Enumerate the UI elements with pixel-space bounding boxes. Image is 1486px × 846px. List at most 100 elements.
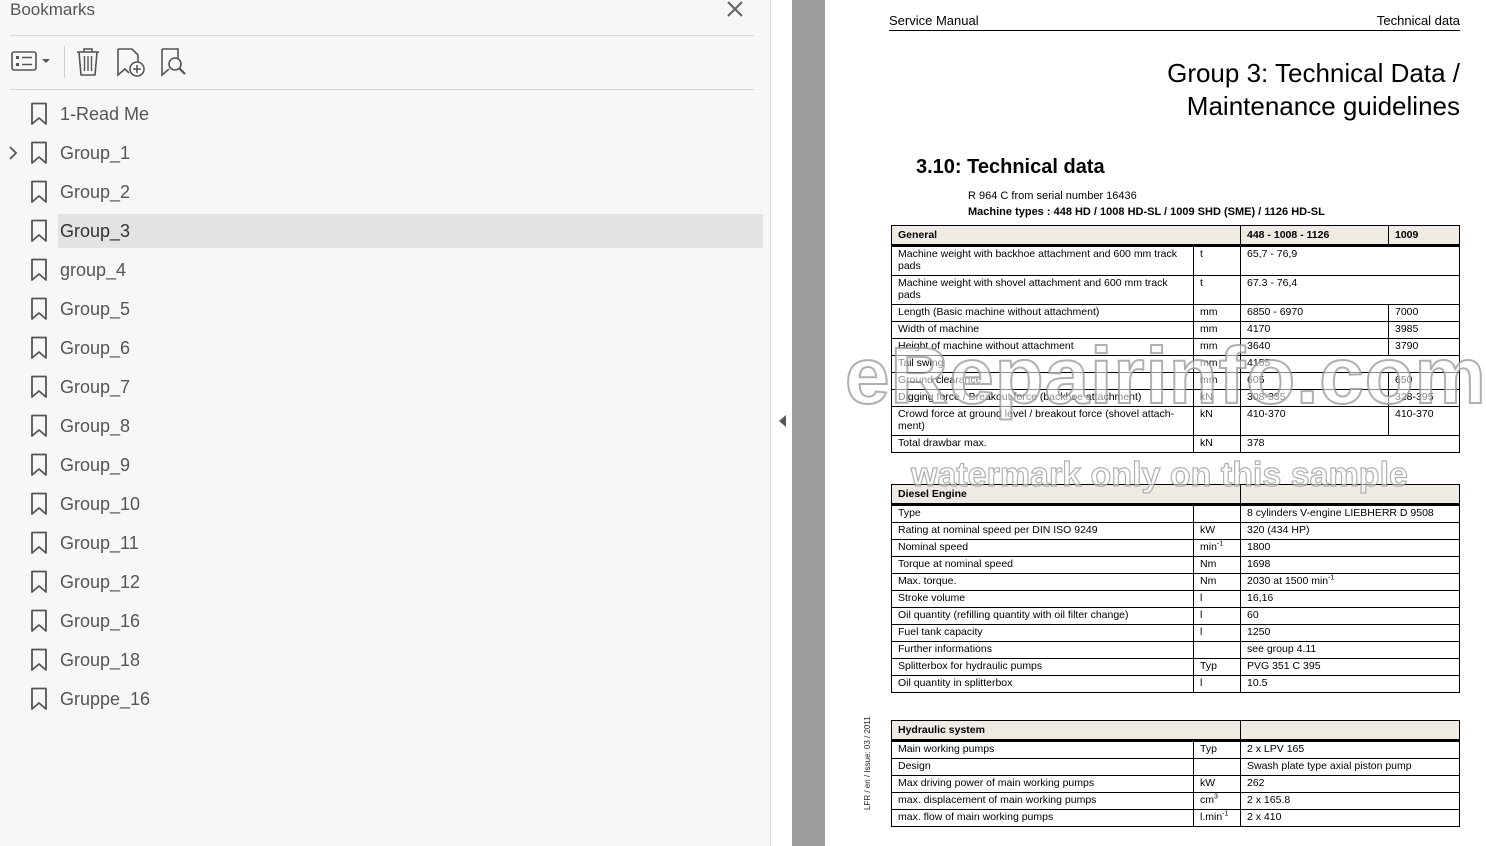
param-cell: Fuel tank capacity [891, 624, 1194, 642]
value-text: 2030 at 1500 min [1247, 575, 1329, 587]
expand-toggle[interactable] [6, 144, 20, 162]
unit-cell: kW [1193, 775, 1241, 793]
unit-cell: Typ [1193, 740, 1241, 759]
value-text: PVG 351 C 395 [1247, 660, 1321, 672]
unit-cell: cm3 [1193, 792, 1241, 810]
find-current-bookmark-button[interactable] [158, 46, 188, 78]
value-text: 2 x LPV 165 [1247, 743, 1305, 755]
unit-cell: t [1193, 275, 1241, 305]
value-text: 262 [1247, 777, 1265, 789]
bookmark-item[interactable]: Group_6 [0, 330, 770, 366]
bookmark-item[interactable]: Group_18 [0, 642, 770, 678]
value-cell: 8 cylinders V-engine LIEBHERR D 9508 [1240, 504, 1460, 523]
bookmark-item[interactable]: Group_12 [0, 564, 770, 600]
table-header-row: General 448 - 1008 - 1126 1009 [891, 225, 1460, 247]
bookmark-item[interactable]: 1-Read Me [0, 96, 770, 132]
value-text: see group 4.11 [1247, 643, 1317, 655]
close-panel-button[interactable] [724, 0, 746, 20]
group-title-line2: Maintenance guidelines [1186, 91, 1460, 121]
unit-cell [1193, 641, 1241, 659]
value-text: 320 (434 HP) [1247, 524, 1310, 536]
param-cell: Length (Basic machine without attachment… [891, 304, 1194, 322]
bookmark-item[interactable]: group_4 [0, 252, 770, 288]
unit-cell [1193, 758, 1241, 776]
value-cell: 1698 [1240, 556, 1460, 574]
value-text: 1800 [1247, 541, 1271, 553]
header-left: Service Manual [889, 13, 979, 28]
bookmark-item[interactable]: Group_5 [0, 291, 770, 327]
value-cell: 65,7 - 76,9 [1240, 245, 1460, 276]
bookmark-item[interactable]: Group_1 [0, 135, 770, 171]
table-row: Torque at nominal speed Nm 1698 [891, 556, 1460, 574]
unit-text: kW [1200, 524, 1216, 536]
value-text: 8 cylinders V-engine LIEBHERR D 9508 [1247, 507, 1434, 519]
bookmark-item[interactable]: Group_2 [0, 174, 770, 210]
panel-divider [10, 35, 754, 36]
value-cell: Swash plate type axial piston pump [1240, 758, 1460, 776]
watermark-site: eRepairinfo.com [844, 330, 1486, 421]
bookmark-icon [30, 453, 48, 477]
param-cell: Machine weight with backhoe attachment a… [891, 245, 1194, 276]
close-icon [727, 1, 743, 17]
table-row: Max driving power of main working pumps k… [891, 775, 1460, 793]
unit-text: min [1200, 541, 1217, 553]
table-row: Rating at nominal speed per DIN ISO 9249… [891, 522, 1460, 540]
param-cell: Max. torque. [891, 573, 1194, 591]
bookmark-icon [30, 570, 48, 594]
unit-cell: kN [1193, 435, 1241, 453]
value-cell: 262 [1240, 775, 1460, 793]
panel-splitter[interactable] [792, 0, 825, 846]
toolbar-separator [64, 46, 65, 78]
bookmark-label: Group_9 [60, 455, 131, 475]
bookmark-item[interactable]: Group_11 [0, 525, 770, 561]
bookmark-label: Group_5 [60, 299, 131, 319]
serial-number-line: R 964 C from serial number 16436 [968, 190, 1137, 202]
unit-cell: min-1 [1193, 539, 1241, 557]
value-text: 16,16 [1247, 592, 1274, 604]
bookmark-icon [30, 336, 48, 360]
unit-exponent: -1 [1216, 540, 1224, 548]
bookmark-label: Group_6 [60, 338, 131, 358]
bookmark-item[interactable]: Group_8 [0, 408, 770, 444]
group-title: Group 3: Technical Data / Maintenance gu… [1167, 57, 1460, 123]
add-bookmark-icon [117, 48, 145, 77]
new-bookmark-button[interactable] [114, 46, 146, 78]
unit-text: kW [1200, 777, 1216, 789]
value-cell: 67.3 - 76,4 [1240, 275, 1460, 305]
bookmark-item[interactable]: Gruppe_16 [0, 681, 770, 717]
bookmark-icon [30, 180, 48, 204]
value-text: 60 [1247, 609, 1259, 621]
bookmark-item[interactable]: Group_3 [0, 213, 770, 249]
bookmark-item[interactable]: Group_10 [0, 486, 770, 522]
bookmark-item[interactable]: Group_7 [0, 369, 770, 405]
value-text: 2 x 410 [1247, 811, 1282, 823]
param-cell: Nominal speed [891, 539, 1194, 557]
unit-cell: t [1193, 245, 1241, 276]
bookmark-item[interactable]: Group_16 [0, 603, 770, 639]
bookmark-options-button[interactable] [10, 48, 54, 76]
bookmark-icon [30, 687, 48, 711]
header-cell [1240, 720, 1460, 742]
table-row: Main working pumps Typ 2 x LPV 165 [891, 740, 1460, 759]
unit-exponent: -1 [1222, 810, 1229, 818]
collapse-panel-button[interactable] [776, 413, 788, 429]
bookmark-label: 1-Read Me [60, 104, 150, 124]
machine-types-line: Machine types : 448 HD / 1008 HD-SL / 10… [968, 206, 1325, 218]
value-text: Swash plate type axial piston pump [1247, 760, 1412, 772]
delete-bookmark-button[interactable] [73, 46, 103, 78]
unit-text: Nm [1200, 558, 1217, 570]
table-row: Oil quantity in splitterbox l 10.5 [891, 675, 1460, 693]
bookmark-item[interactable]: Group_9 [0, 447, 770, 483]
header-cell: Hydraulic system [891, 720, 1241, 742]
bookmark-label: Group_1 [60, 143, 131, 163]
param-cell: Design [891, 758, 1194, 776]
table-row: max. displacement of main working pumps c… [891, 792, 1460, 810]
param-cell: Max driving power of main working pumps [891, 775, 1194, 793]
watermark-note: watermark only on this sample [910, 455, 1408, 494]
param-cell: Further informations [891, 641, 1194, 659]
bookmark-icon [30, 297, 48, 321]
value-text: 1250 [1247, 626, 1271, 638]
bookmark-label: Group_7 [60, 377, 131, 397]
bookmark-icon [30, 609, 48, 633]
table-header-row: Hydraulic system [891, 720, 1460, 742]
